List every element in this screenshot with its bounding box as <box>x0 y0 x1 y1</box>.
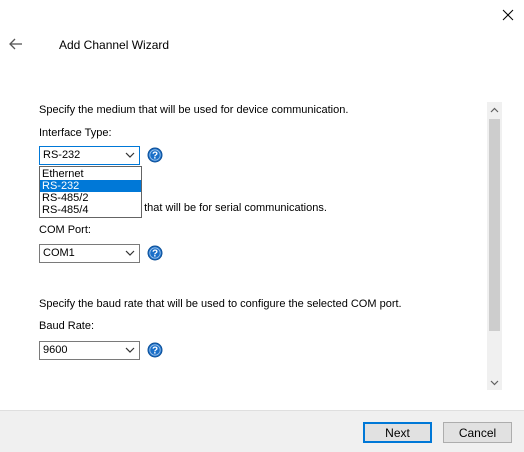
dropdown-option-rs485-2[interactable]: RS-485/2 <box>40 192 141 204</box>
chevron-up-icon <box>490 107 499 112</box>
svg-text:?: ? <box>152 249 158 260</box>
wizard-footer: Next Cancel <box>0 410 524 452</box>
com-port-label: COM Port: <box>39 224 91 236</box>
help-icon[interactable]: ? <box>147 342 163 358</box>
scroll-up-button[interactable] <box>487 102 502 117</box>
wizard-content: Specify the medium that will be used for… <box>0 0 524 452</box>
baud-rate-value: 9600 <box>43 344 68 356</box>
scroll-down-button[interactable] <box>487 375 502 390</box>
chevron-down-icon <box>125 347 135 353</box>
baud-rate-label: Baud Rate: <box>39 320 95 332</box>
svg-text:?: ? <box>152 346 158 357</box>
dropdown-option-rs232[interactable]: RS-232 <box>40 180 141 192</box>
interface-type-select[interactable]: RS-232 <box>39 146 140 165</box>
dropdown-option-rs485-4[interactable]: RS-485/4 <box>40 204 141 216</box>
help-icon[interactable]: ? <box>147 245 163 261</box>
interface-type-dropdown: Ethernet RS-232 RS-485/2 RS-485/4 <box>39 166 142 218</box>
next-button[interactable]: Next <box>363 422 432 443</box>
cancel-button[interactable]: Cancel <box>443 422 512 443</box>
interface-type-label: Interface Type: <box>39 127 112 139</box>
interface-description: Specify the medium that will be used for… <box>39 104 349 116</box>
interface-type-value: RS-232 <box>43 149 81 161</box>
chevron-down-icon <box>125 250 135 256</box>
baud-rate-description: Specify the baud rate that will be used … <box>39 298 402 310</box>
com-port-select[interactable]: COM1 <box>39 244 140 263</box>
baud-rate-select[interactable]: 9600 <box>39 341 140 360</box>
help-icon[interactable]: ? <box>147 147 163 163</box>
svg-text:?: ? <box>152 151 158 162</box>
com-port-value: COM1 <box>43 247 75 259</box>
dropdown-option-ethernet[interactable]: Ethernet <box>40 168 141 180</box>
chevron-down-icon <box>125 152 135 158</box>
vertical-scrollbar[interactable] <box>487 102 502 390</box>
com-port-description: t that will be for serial communications… <box>138 202 327 214</box>
chevron-down-icon <box>490 380 499 385</box>
scroll-thumb[interactable] <box>489 119 500 331</box>
